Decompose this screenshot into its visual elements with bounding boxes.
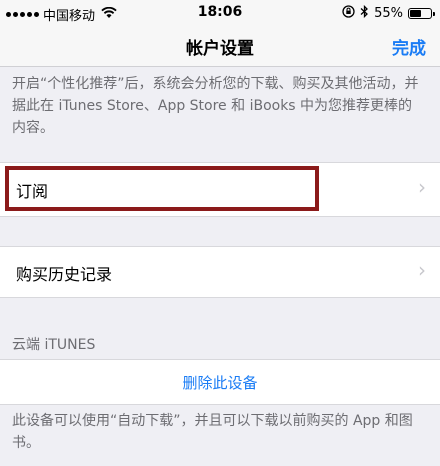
remove-device-row[interactable]: 删除此设备 bbox=[0, 359, 440, 405]
status-bar: 中国移动 18:06 55% bbox=[0, 0, 440, 26]
chevron-right-icon: › bbox=[418, 175, 426, 199]
purchase-history-label: 购买历史记录 bbox=[16, 265, 113, 284]
bluetooth-icon bbox=[360, 4, 369, 22]
done-button[interactable]: 完成 bbox=[392, 34, 426, 59]
subscriptions-label: 订阅 bbox=[16, 182, 49, 201]
auto-download-footer: 此设备可以使用“自动下载”，并且可以下载以前购买的 App 和图书。 bbox=[12, 413, 413, 451]
battery-percent: 55% bbox=[374, 6, 403, 21]
remove-device-button[interactable]: 删除此设备 bbox=[0, 372, 440, 393]
subscriptions-row[interactable]: 订阅 › bbox=[0, 162, 440, 217]
cloud-itunes-section-header: 云端 iTUNES bbox=[12, 337, 96, 353]
chevron-right-icon: › bbox=[418, 258, 426, 282]
purchase-history-row[interactable]: 购买历史记录 › bbox=[0, 246, 440, 298]
status-right: 55% bbox=[342, 4, 435, 22]
orientation-lock-icon bbox=[342, 5, 355, 22]
page-title: 帐户设置 bbox=[186, 39, 254, 59]
battery-icon bbox=[408, 8, 435, 19]
navigation-bar: 帐户设置 完成 bbox=[0, 26, 440, 67]
personalized-recommendations-description: 开启“个性化推荐”后，系统会分析您的下载、购买及其他活动，并据此在 iTunes… bbox=[12, 76, 419, 136]
